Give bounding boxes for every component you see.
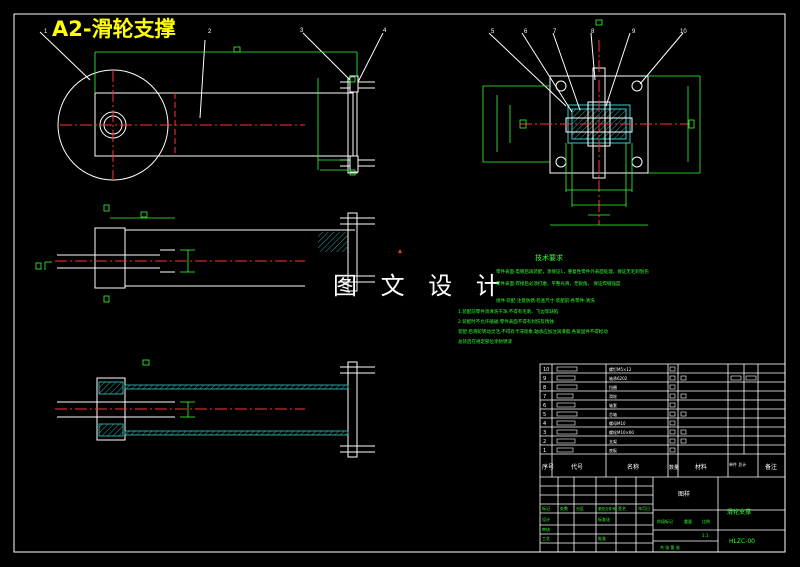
top-view-hatch (318, 232, 348, 252)
bom-row-name: 轴套 (609, 402, 617, 408)
bom-row-name: 滑轮 (609, 393, 617, 399)
watermark-text: 图 文 设 计 (333, 272, 508, 300)
part-label-5: 5 (491, 29, 495, 35)
part-label-1: 1 (44, 29, 48, 35)
tb-header-code: 代号 (571, 463, 583, 471)
cad-drawing: A2-滑轮支撑 1 2 3 4 5 6 7 8 9 10 图 文 设 计 技术要… (13, 13, 786, 553)
section-hatch-bottom (124, 430, 349, 436)
tech-req-line-6: 2.装配时不允许磕碰,零件表面不得有划伤及锈蚀 (458, 318, 554, 325)
tb-sign-label: 更改文件号 (598, 506, 616, 511)
tb-header-material: 材料 (695, 463, 707, 471)
bom-row-no: 3 (543, 430, 546, 436)
tb-role-label: 设计 (542, 516, 550, 522)
tb-header-no: 序号 (542, 463, 554, 471)
bom-row-name: 底板 (609, 447, 617, 453)
tb-weight-label: 重量 (684, 518, 692, 524)
tb-sign-label: 标记 (542, 505, 550, 511)
tb-header-qty: 数量 (669, 464, 679, 471)
origin-marker-icon (398, 249, 402, 253)
tb-sign-label: 年月日 (638, 505, 650, 511)
tb-header-name: 名称 (627, 463, 639, 471)
tech-req-line-2: 零件表面·焊接后必须打磨，平整光滑，无锐角， 保证焊缝强度 (496, 280, 621, 287)
bom-row-name: 螺栓M10×60 (609, 429, 634, 435)
tb-stage-label: 阶段标记 (657, 518, 673, 524)
tech-req-line-1: 零件表面·电镀后再装配，须保证1，重复性零件外表面处理，保证无毛刺划伤 (496, 268, 649, 275)
tech-req-line-7: 装配 后滑轮转动灵活,不得有卡滞现象,轴承应加注润滑脂,各紧固件不得松动 (458, 328, 608, 335)
bom-row-no: 10 (543, 367, 549, 373)
tb-header-weight: 单件 总计 (729, 461, 746, 467)
tb-role-label: 批准 (598, 535, 606, 541)
bom-row-no: 1 (543, 448, 546, 454)
bom-row-no: 6 (543, 403, 546, 409)
section-hatch-top (124, 384, 349, 390)
top-view-dims (35, 204, 195, 303)
bom-row-name: 支架 (609, 438, 617, 444)
drawing-title: A2-滑轮支撑 (52, 17, 176, 41)
bom-row-no: 9 (543, 376, 546, 382)
bom-row-no: 4 (543, 421, 546, 427)
tb-assembly-name: 滑轮支撑 (727, 508, 751, 516)
bom-row-no: 7 (543, 394, 546, 400)
tb-role-label: 审核 (542, 526, 550, 532)
tech-req-heading: 技术要求 (535, 253, 563, 262)
tech-req-line-8: 总装后在规定部位涂防锈漆 (458, 338, 512, 345)
bom-row-name: 螺母M10 (609, 420, 626, 426)
tb-sign-label: 处数 (560, 505, 568, 511)
part-label-10: 10 (680, 29, 687, 35)
tb-sign-label: 分区 (576, 505, 584, 511)
tb-sheet-label: 共 张 第 张 (660, 544, 680, 550)
part-label-9: 9 (632, 29, 636, 35)
bom-row-no: 5 (543, 412, 546, 418)
tb-sign-label: 签名 (618, 505, 626, 511)
section-hatch-hub-bottom (98, 423, 124, 437)
tb-drawing-code: HLZC-00 (729, 538, 755, 545)
tb-role-label: 工艺 (542, 536, 550, 541)
side-view (488, 32, 690, 225)
part-label-4: 4 (383, 28, 387, 34)
section-hatch-hub-top (98, 381, 124, 395)
bom-row-name: 芯轴 (609, 411, 617, 417)
bom-row-name: 挡圈 (609, 384, 617, 390)
part-label-6: 6 (524, 29, 528, 35)
bom-row-no: 8 (543, 385, 546, 391)
tech-req-line-4: 组件·装配·注意防锈·检查尺寸·装配前·各零件·清洗 (496, 297, 595, 304)
bom-row-name: 轴承6202 (609, 375, 628, 381)
part-label-2: 2 (208, 29, 212, 35)
tb-scale-value: 1:1 (702, 533, 709, 538)
part-label-7: 7 (553, 29, 557, 35)
bom-row-name: 螺钉M5×12 (609, 366, 632, 372)
tb-header-note: 备注 (765, 463, 777, 471)
bom-cell-marks (556, 366, 757, 453)
tb-role-label: 标准化 (598, 516, 610, 522)
tb-scale-label: 比例 (702, 518, 710, 524)
bom-row-no: 2 (543, 439, 546, 445)
tb-unit-label: 图样 (678, 490, 690, 498)
tech-req-line-5: 1.装配前零件须清洗干净,不得有毛刺、飞边等缺陷 (458, 308, 559, 315)
part-label-8: 8 (591, 29, 595, 35)
section-view (55, 361, 375, 458)
front-view (39, 31, 384, 181)
